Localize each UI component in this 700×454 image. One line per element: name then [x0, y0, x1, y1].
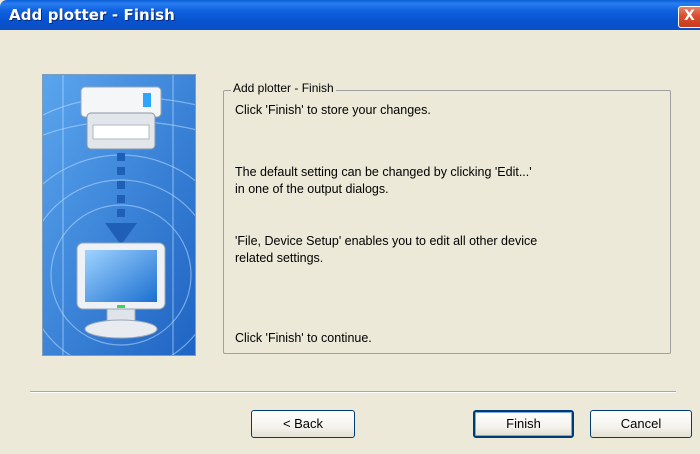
- cancel-button[interactable]: Cancel: [590, 410, 692, 438]
- close-icon: X: [684, 8, 695, 24]
- message-line-edit-1: The default setting can be changed by cl…: [235, 165, 532, 179]
- group-legend: Add plotter - Finish: [231, 81, 336, 95]
- message-line-device-1: 'File, Device Setup' enables you to edit…: [235, 234, 538, 248]
- title-bar[interactable]: Add plotter - Finish X: [0, 0, 700, 30]
- back-button[interactable]: < Back: [251, 410, 355, 438]
- button-separator: [30, 391, 676, 393]
- printer-to-monitor-illustration: [43, 75, 195, 355]
- message-line-store: Click 'Finish' to store your changes.: [235, 103, 431, 117]
- close-button[interactable]: X: [678, 6, 700, 28]
- finish-button[interactable]: Finish: [473, 410, 574, 438]
- message-line-continue: Click 'Finish' to continue.: [235, 331, 372, 345]
- window-title: Add plotter - Finish: [9, 6, 175, 24]
- wizard-illustration: [42, 74, 196, 356]
- message-line-edit-2: in one of the output dialogs.: [235, 182, 389, 196]
- finish-group-box: [223, 90, 671, 354]
- add-plotter-dialog: Add plotter - Finish X Add plotter - Fin…: [0, 0, 700, 454]
- message-line-device-2: related settings.: [235, 251, 324, 265]
- printer-icon: [80, 86, 162, 150]
